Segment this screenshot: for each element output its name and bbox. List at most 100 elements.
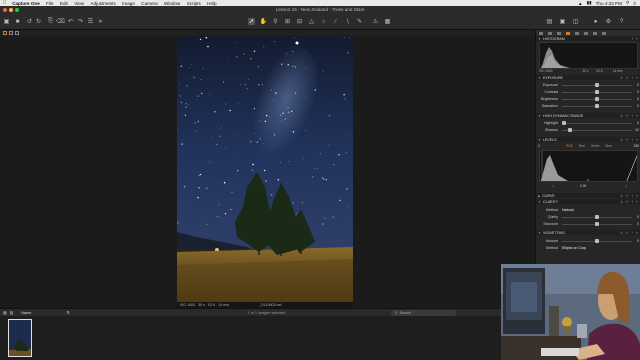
- pan-icon[interactable]: ✋: [260, 18, 267, 25]
- clock[interactable]: Thu 4:33 PM: [596, 1, 622, 6]
- slider-track[interactable]: [562, 128, 632, 132]
- zoom-window-button[interactable]: [15, 8, 19, 12]
- slider-track[interactable]: [562, 222, 632, 226]
- slider-knob[interactable]: [595, 104, 599, 108]
- menu-window[interactable]: Window: [161, 1, 184, 6]
- channel-green[interactable]: Green: [591, 144, 600, 148]
- section-exposure[interactable]: ▼ EXPOSURE A ↺ ? ≡: [536, 75, 640, 80]
- picker-icon[interactable]: ∖: [625, 184, 640, 188]
- method-select[interactable]: Elliptic on Crop: [562, 246, 586, 250]
- saturation-slider-row[interactable]: Saturation 0: [536, 103, 640, 109]
- tab-capture-icon[interactable]: [548, 31, 552, 35]
- import-icon[interactable]: ▣: [3, 18, 10, 25]
- levels-low-value[interactable]: 0: [538, 144, 540, 148]
- list-view-icon[interactable]: ▦: [3, 310, 7, 315]
- undo-icon[interactable]: ↶: [67, 18, 74, 25]
- tab-library-icon[interactable]: [539, 31, 543, 35]
- tab-details-icon[interactable]: [584, 31, 588, 35]
- levels-mid-value[interactable]: 0.00: [580, 184, 586, 188]
- cursor-icon[interactable]: ➚: [248, 18, 255, 25]
- menu-help[interactable]: Help: [204, 1, 220, 6]
- list-icon[interactable]: ≡: [633, 1, 636, 6]
- contrast-slider-row[interactable]: Contrast 0: [536, 89, 640, 95]
- section-tools-icon[interactable]: ? ≡: [631, 37, 640, 41]
- reset-icon[interactable]: ↺: [26, 18, 33, 25]
- spot-icon[interactable]: ○: [320, 18, 327, 25]
- vignette-method-row[interactable]: Method Elliptic on Crop: [536, 245, 640, 251]
- clarity-slider-row[interactable]: Clarity 0: [536, 214, 640, 220]
- section-tools-icon[interactable]: A ↺ ? ≡: [620, 194, 640, 198]
- tab-color-icon[interactable]: [566, 31, 570, 35]
- clarity-method-row[interactable]: Method Natural: [536, 207, 640, 213]
- section-tools-icon[interactable]: A ↺ ? ≡: [620, 231, 640, 235]
- levels-chart[interactable]: [539, 150, 638, 182]
- menu-camera[interactable]: Camera: [138, 1, 161, 6]
- slider-knob[interactable]: [595, 97, 599, 101]
- crop-icon[interactable]: ⊞: [284, 18, 291, 25]
- slider-track[interactable]: [562, 90, 632, 94]
- section-histogram[interactable]: ▼ HISTOGRAM ? ≡: [536, 36, 640, 41]
- wifi-icon[interactable]: ▲: [578, 1, 583, 6]
- section-hdr[interactable]: ▼ HIGH DYNAMIC RANGE A ↺ ? ≡: [536, 113, 640, 118]
- slider-knob[interactable]: [562, 121, 566, 125]
- sort-select[interactable]: Name: [21, 311, 31, 315]
- picker-icon[interactable]: ∖: [344, 18, 351, 25]
- exposure-slider-row[interactable]: Exposure 0: [536, 82, 640, 88]
- slider-knob[interactable]: [568, 128, 572, 132]
- grid-icon[interactable]: ▦: [384, 18, 391, 25]
- brightness-slider-row[interactable]: Brightness 0: [536, 96, 640, 102]
- image-viewer[interactable]: 100 87 60: [0, 36, 535, 308]
- amount-slider-row[interactable]: Amount 0: [536, 238, 640, 244]
- export-icon[interactable]: ➤: [97, 18, 104, 25]
- menu-file[interactable]: File: [43, 1, 57, 6]
- channel-red[interactable]: Red: [579, 144, 585, 148]
- menu-adjustments[interactable]: Adjustments: [87, 1, 119, 6]
- shadow-slider-row[interactable]: Shadow 10: [536, 127, 640, 133]
- warning-icon[interactable]: ⚠: [372, 18, 379, 25]
- tab-library-icon[interactable]: [3, 31, 7, 35]
- tab-local-icon[interactable]: [593, 31, 597, 35]
- delete-icon[interactable]: ⌫: [56, 18, 64, 25]
- straighten-icon[interactable]: ⊟: [296, 18, 303, 25]
- tab-capture-icon[interactable]: [9, 31, 13, 35]
- slider-track[interactable]: [562, 215, 632, 219]
- structure-slider-row[interactable]: Structure 0: [536, 221, 640, 227]
- section-vignetting[interactable]: ▼ VIGNETTING A ↺ ? ≡: [536, 230, 640, 235]
- picker-icon[interactable]: ∖: [552, 184, 554, 188]
- levels-high-value[interactable]: 255: [634, 144, 640, 148]
- close-window-button[interactable]: [3, 8, 7, 12]
- slider-knob[interactable]: [595, 90, 599, 94]
- brush-icon[interactable]: ∕: [332, 18, 339, 25]
- keystone-icon[interactable]: △: [308, 18, 315, 25]
- channel-rgb[interactable]: RGB: [566, 144, 573, 148]
- slider-knob[interactable]: [595, 222, 599, 226]
- menu-edit[interactable]: Edit: [57, 1, 71, 6]
- tab-exposure-icon[interactable]: [575, 31, 579, 35]
- live-icon[interactable]: ●: [592, 18, 599, 25]
- section-tools-icon[interactable]: A ↺ ? ≡: [620, 200, 640, 204]
- channel-blue[interactable]: Blue: [605, 144, 611, 148]
- help-icon[interactable]: ?: [618, 18, 625, 25]
- slider-value[interactable]: 10: [635, 128, 640, 132]
- section-tools-icon[interactable]: A ↺ ? ≡: [620, 76, 640, 80]
- menu-view[interactable]: View: [71, 1, 87, 6]
- slider-knob[interactable]: [595, 215, 599, 219]
- layout-icon[interactable]: ▤: [546, 18, 553, 25]
- tab-lens-icon[interactable]: [15, 31, 19, 35]
- minimize-window-button[interactable]: [9, 8, 13, 12]
- tab-output-icon[interactable]: [602, 31, 606, 35]
- slider-track[interactable]: [562, 239, 632, 243]
- redo-icon[interactable]: ↷: [77, 18, 84, 25]
- menu-app[interactable]: Capture One: [9, 1, 43, 6]
- browser-icon[interactable]: ◫: [572, 18, 579, 25]
- section-clarity[interactable]: ▼ CLARITY A ↺ ? ≡: [536, 199, 640, 204]
- viewer-icon[interactable]: ▣: [559, 18, 566, 25]
- slider-track[interactable]: [562, 121, 632, 125]
- slider-track[interactable]: [562, 104, 632, 108]
- highlight-slider-row[interactable]: Highlight 0: [536, 120, 640, 126]
- section-tools-icon[interactable]: A ↺ ? ≡: [620, 138, 640, 142]
- process-icon[interactable]: ☰: [87, 18, 94, 25]
- capture-icon[interactable]: ■: [14, 18, 21, 25]
- annotate-icon[interactable]: ✎: [356, 18, 363, 25]
- settings-icon[interactable]: ⚙: [605, 18, 612, 25]
